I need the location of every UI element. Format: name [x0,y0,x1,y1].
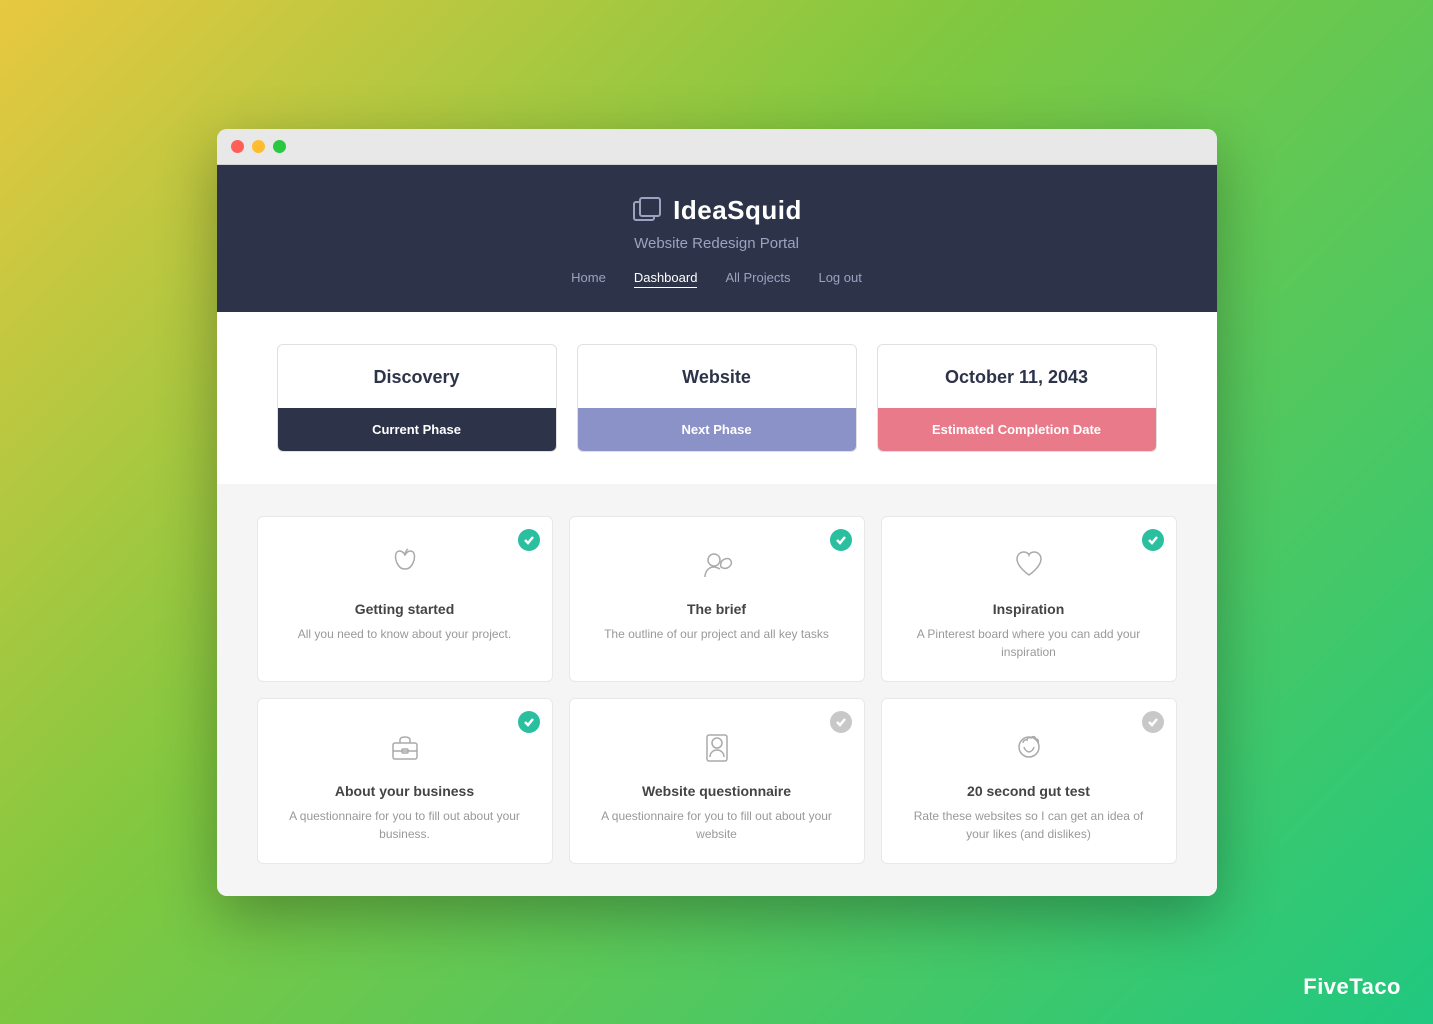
task-check-getting-started [518,529,540,551]
task-card-website-questionnaire[interactable]: Website questionnaire A questionnaire fo… [569,698,865,864]
nav-home[interactable]: Home [571,270,606,288]
maximize-button[interactable] [273,140,286,153]
phase-completion-badge: Estimated Completion Date [878,408,1156,451]
nav-dashboard[interactable]: Dashboard [634,270,698,288]
nav-all-projects[interactable]: All Projects [725,270,790,288]
minimize-button[interactable] [252,140,265,153]
task-desc-brief: The outline of our project and all key t… [590,625,844,643]
task-card-brief[interactable]: The brief The outline of our project and… [569,516,865,682]
task-name-inspiration: Inspiration [902,601,1156,617]
task-icon-getting-started [381,541,429,589]
phase-completion-title: October 11, 2043 [878,345,1156,408]
task-desc-website-questionnaire: A questionnaire for you to fill out abou… [590,807,844,843]
app-title: IdeaSquid [673,195,802,226]
task-desc-getting-started: All you need to know about your project. [278,625,532,643]
phase-card-website: Website Next Phase [577,344,857,452]
task-card-getting-started[interactable]: Getting started All you need to know abo… [257,516,553,682]
phase-card-discovery: Discovery Current Phase [277,344,557,452]
task-desc-gut-test: Rate these websites so I can get an idea… [902,807,1156,843]
task-check-inspiration [1142,529,1164,551]
task-icon-gut-test [1005,723,1053,771]
task-card-gut-test[interactable]: 20 second gut test Rate these websites s… [881,698,1177,864]
task-check-business [518,711,540,733]
task-name-getting-started: Getting started [278,601,532,617]
task-icon-business [381,723,429,771]
close-button[interactable] [231,140,244,153]
task-name-business: About your business [278,783,532,799]
task-icon-brief [693,541,741,589]
task-name-brief: The brief [590,601,844,617]
phase-discovery-title: Discovery [278,345,556,408]
task-check-gut-test [1142,711,1164,733]
phase-website-badge: Next Phase [578,408,856,451]
tasks-grid: Getting started All you need to know abo… [257,516,1177,864]
logo-container: IdeaSquid [237,195,1197,227]
phase-website-title: Website [578,345,856,408]
task-card-inspiration[interactable]: Inspiration A Pinterest board where you … [881,516,1177,682]
task-card-business[interactable]: About your business A questionnaire for … [257,698,553,864]
main-nav: Home Dashboard All Projects Log out [237,270,1197,288]
phase-section: Discovery Current Phase Website Next Pha… [217,312,1217,484]
logo-icon [631,195,663,227]
app-window: IdeaSquid Website Redesign Portal Home D… [217,129,1217,896]
phase-discovery-badge: Current Phase [278,408,556,451]
phase-card-completion: October 11, 2043 Estimated Completion Da… [877,344,1157,452]
task-icon-inspiration [1005,541,1053,589]
footer-brand: FiveTaco [1303,974,1401,1000]
task-icon-website-questionnaire [693,723,741,771]
tasks-section: Getting started All you need to know abo… [217,484,1217,896]
app-subtitle: Website Redesign Portal [237,235,1197,252]
task-check-brief [830,529,852,551]
task-name-gut-test: 20 second gut test [902,783,1156,799]
window-titlebar [217,129,1217,165]
task-name-website-questionnaire: Website questionnaire [590,783,844,799]
app-header: IdeaSquid Website Redesign Portal Home D… [217,165,1217,312]
task-desc-inspiration: A Pinterest board where you can add your… [902,625,1156,661]
task-check-website-questionnaire [830,711,852,733]
nav-logout[interactable]: Log out [818,270,861,288]
task-desc-business: A questionnaire for you to fill out abou… [278,807,532,843]
